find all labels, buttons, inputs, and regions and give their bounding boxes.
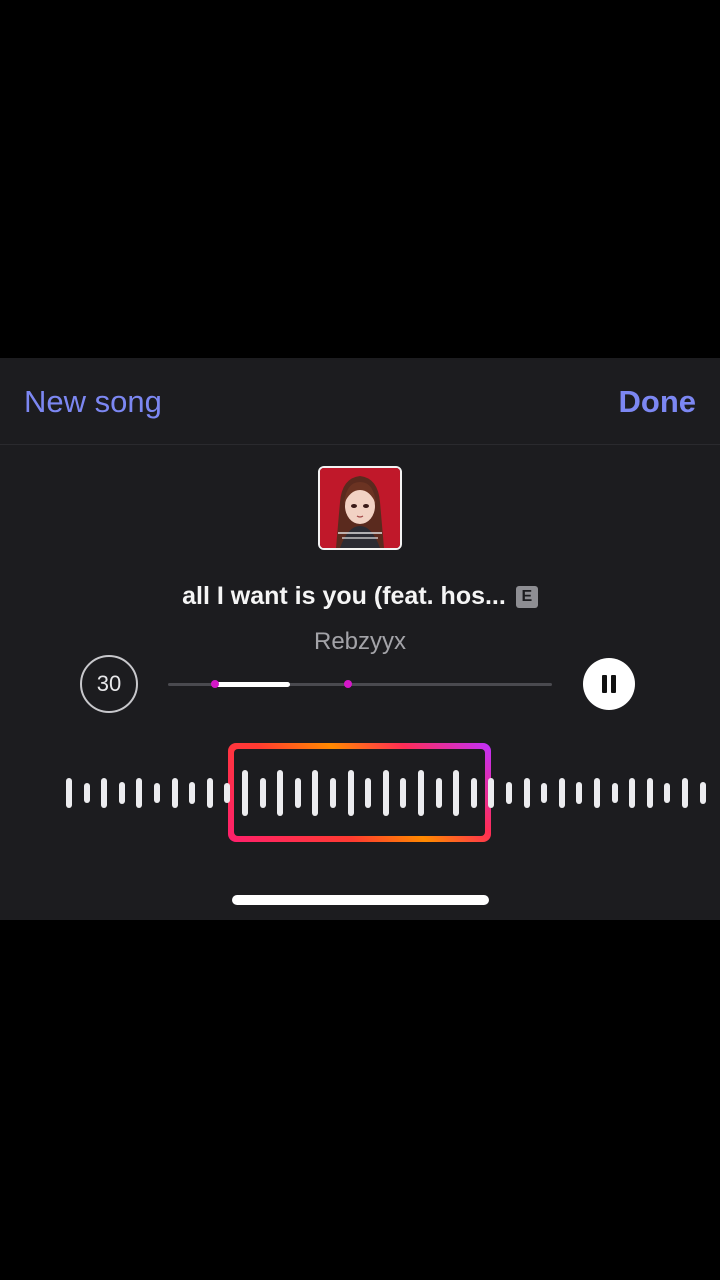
waveform-bar [365, 778, 372, 808]
waveform-bar [136, 778, 143, 808]
waveform-bar [277, 770, 284, 816]
waveform-bar [224, 783, 231, 803]
waveform-bar [418, 770, 424, 816]
waveform-bar [664, 783, 671, 803]
new-song-button[interactable]: New song [24, 384, 162, 420]
waveform-bar [400, 778, 407, 808]
album-art [318, 466, 402, 550]
album-art-image [320, 468, 400, 548]
track-title-row: all I want is you (feat. hos... E [0, 580, 720, 612]
waveform-bar [101, 778, 108, 808]
waveform-bar [189, 782, 196, 804]
waveform-bar [541, 783, 548, 803]
selection-start-marker [211, 680, 219, 688]
waveform-bar [682, 778, 688, 808]
track-artist: Rebzyyx [313, 628, 407, 655]
duration-selector[interactable]: 30 [80, 655, 138, 713]
waveform-bar [330, 778, 336, 808]
waveform-bar [154, 783, 160, 803]
pause-icon-bar [611, 675, 616, 693]
waveform-bar [66, 778, 72, 808]
waveform-bar [611, 783, 618, 803]
pause-button[interactable] [583, 658, 635, 710]
waveform-bar [558, 778, 565, 808]
waveform-bar [382, 770, 389, 816]
waveform-bar [506, 782, 512, 804]
top-bar: New song Done [0, 358, 720, 445]
waveform-bar [171, 778, 178, 808]
waveform-bar [294, 778, 301, 808]
explicit-badge: E [515, 586, 538, 608]
done-button[interactable]: Done [619, 384, 697, 420]
waveform-bar [488, 778, 495, 808]
waveform-bar [453, 770, 460, 816]
waveform-bar [523, 778, 530, 808]
waveform-bar [576, 782, 583, 804]
waveform-bar [118, 782, 125, 804]
audio-waveform-scrubber[interactable] [0, 742, 720, 844]
playback-progress-bar[interactable] [168, 680, 552, 688]
progress-fill [214, 682, 290, 687]
waveform-bar [242, 770, 248, 816]
track-title: all I want is you (feat. hos... [182, 582, 506, 610]
waveform-bar [699, 782, 706, 804]
waveform-bar [312, 770, 319, 816]
waveform-bar [83, 783, 90, 803]
waveform-bar [435, 778, 442, 808]
waveform-bar [206, 778, 213, 808]
selection-end-marker [344, 680, 352, 688]
waveform-bar [259, 778, 266, 808]
music-picker-sheet: New song Done all I want is you (feat. h… [0, 358, 720, 920]
pause-icon [602, 675, 607, 693]
home-indicator [232, 895, 489, 905]
waveform-bar [470, 778, 477, 808]
waveform-bar [594, 778, 600, 808]
waveform-bar [629, 778, 636, 808]
waveform-bar [347, 770, 354, 816]
waveform-bar [646, 778, 653, 808]
